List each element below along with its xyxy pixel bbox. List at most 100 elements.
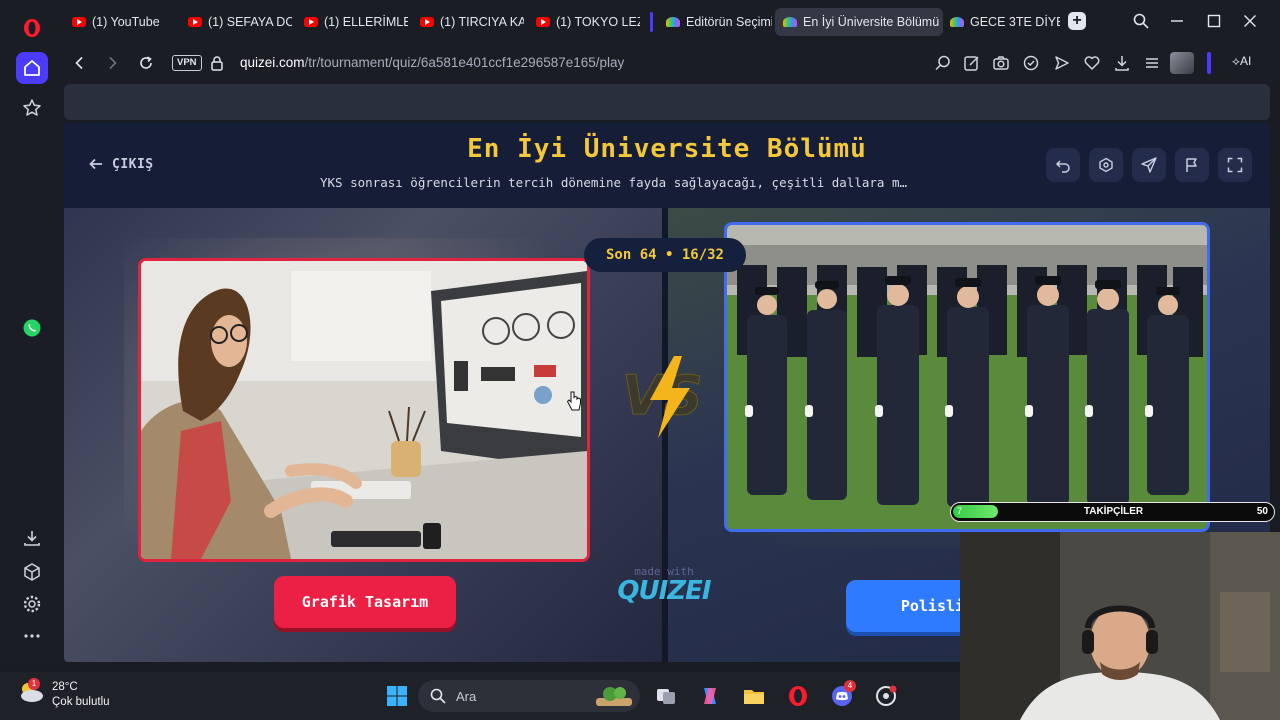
tab-gece-diyet[interactable]: GECE 3TE DİYET bbox=[942, 8, 1060, 36]
followers-goal: 50 bbox=[1256, 506, 1268, 517]
edit-icon[interactable] bbox=[963, 54, 981, 72]
task-view-icon[interactable] bbox=[652, 682, 680, 710]
youtube-icon bbox=[188, 17, 202, 27]
tab-sefaya[interactable]: (1) SEFAYA DOĞ bbox=[180, 8, 292, 36]
quiz-header: ÇIKIŞ En İyi Üniversite Bölümü YKS sonra… bbox=[64, 122, 1270, 208]
youtube-icon bbox=[72, 17, 86, 27]
tab-tokyo[interactable]: (1) TOKYO LEZZ bbox=[528, 8, 640, 36]
left-option-card[interactable] bbox=[138, 258, 590, 562]
bookmarks-bar bbox=[64, 84, 1270, 120]
star-icon[interactable] bbox=[18, 94, 46, 122]
flag-icon bbox=[1186, 158, 1197, 172]
windows-taskbar: 1 28°C Çok bulutlu Ara 4 bbox=[0, 672, 960, 720]
right-option-card[interactable] bbox=[724, 222, 1210, 532]
opera-sidebar bbox=[0, 0, 64, 664]
opera-logo-icon[interactable] bbox=[18, 14, 46, 42]
extensions-box-icon[interactable] bbox=[18, 558, 46, 586]
menu-lines-icon[interactable] bbox=[1143, 54, 1161, 72]
ai-label: AI bbox=[1239, 54, 1252, 68]
share-cube-icon bbox=[1099, 157, 1113, 173]
police-cadets-photo bbox=[727, 225, 1207, 529]
tab-youtube[interactable]: (1) YouTube bbox=[64, 8, 176, 36]
more-dots-icon[interactable] bbox=[18, 622, 46, 650]
vpn-badge[interactable]: VPN bbox=[172, 55, 202, 71]
paper-plane-icon bbox=[1141, 157, 1157, 173]
designer-photo bbox=[141, 261, 587, 559]
maximize-icon[interactable] bbox=[1203, 10, 1225, 32]
minimize-icon[interactable] bbox=[1166, 10, 1188, 32]
fullscreen-button[interactable] bbox=[1218, 148, 1252, 182]
windows-start-icon[interactable] bbox=[383, 682, 411, 710]
close-window-icon[interactable] bbox=[1239, 10, 1261, 32]
undo-icon bbox=[1055, 160, 1070, 173]
sidebar-toggle-marker bbox=[1207, 52, 1211, 74]
shield-check-icon[interactable] bbox=[1022, 54, 1040, 72]
made-with-quizei: made with QUIZEI bbox=[604, 565, 724, 606]
url-field[interactable]: quizei.com/tr/tournament/quiz/6a581e401c… bbox=[240, 55, 624, 70]
followers-goal-bar: 7 TAKİPÇİLER 50 bbox=[950, 502, 1275, 522]
find-in-page-icon[interactable] bbox=[934, 54, 952, 72]
taskbar-search[interactable]: Ara bbox=[418, 680, 640, 712]
copilot-icon[interactable] bbox=[696, 682, 724, 710]
camera-snapshot-icon[interactable] bbox=[992, 54, 1010, 72]
forward-icon[interactable] bbox=[102, 53, 122, 73]
youtube-icon bbox=[420, 17, 434, 27]
share-button[interactable] bbox=[1089, 148, 1123, 182]
weather-badge: 1 bbox=[28, 678, 40, 690]
tab-search-icon[interactable] bbox=[1130, 10, 1152, 32]
tab-active-quiz[interactable]: En İyi Üniversite Bölümü - bbox=[775, 8, 943, 36]
search-highlight-tree-icon bbox=[596, 687, 632, 706]
versus-emblem: VS bbox=[620, 352, 716, 442]
expand-icon bbox=[1227, 157, 1243, 173]
undo-button[interactable] bbox=[1046, 148, 1080, 182]
quizei-logo: QUIZEI bbox=[617, 576, 711, 606]
streamer-webcam bbox=[960, 532, 1280, 720]
round-indicator: Son 64 • 16/32 bbox=[584, 238, 746, 272]
url-domain: quizei.com bbox=[240, 55, 305, 70]
quizei-icon bbox=[950, 17, 964, 27]
download-icon[interactable] bbox=[1113, 54, 1131, 72]
address-bar: VPN quizei.com/tr/tournament/quiz/6a581e… bbox=[64, 44, 1280, 82]
quizei-icon bbox=[666, 17, 680, 27]
followers-label: TAKİPÇİLER bbox=[1083, 506, 1144, 517]
weather-widget[interactable]: 1 28°C Çok bulutlu bbox=[16, 678, 110, 710]
obs-record-icon[interactable] bbox=[872, 682, 900, 710]
discord-icon[interactable]: 4 bbox=[828, 680, 856, 710]
url-path: /tr/tournament/quiz/6a581e401ccf1e296587… bbox=[304, 55, 625, 70]
search-icon bbox=[430, 688, 446, 704]
weather-temperature: 28°C bbox=[52, 681, 78, 693]
weather-description: Çok bulutlu bbox=[52, 696, 110, 708]
lightning-vs-icon: VS bbox=[622, 356, 703, 438]
cloudy-weather-icon: 1 bbox=[16, 678, 44, 704]
whatsapp-icon[interactable] bbox=[18, 314, 46, 342]
heart-icon[interactable] bbox=[1083, 54, 1101, 72]
home-icon[interactable] bbox=[16, 52, 48, 84]
tab-tirciya[interactable]: (1) TIRCIYA KASI bbox=[412, 8, 524, 36]
tab-ellerimle[interactable]: (1) ELLERİMLE P bbox=[296, 8, 408, 36]
download-icon[interactable] bbox=[18, 524, 46, 552]
search-placeholder: Ara bbox=[456, 688, 477, 704]
tab-strip: (1) YouTube (1) SEFAYA DOĞ (1) ELLERİMLE… bbox=[64, 0, 1280, 42]
aria-ai-button[interactable]: ⟡AI bbox=[1232, 54, 1251, 69]
reload-icon[interactable] bbox=[136, 53, 156, 73]
tab-editor-choice[interactable]: Editörün Seçimi bbox=[658, 8, 772, 36]
left-option-button[interactable]: Grafik Tasarım bbox=[274, 576, 456, 628]
webcam-person-photo bbox=[960, 532, 1280, 720]
opera-taskbar-icon[interactable] bbox=[784, 682, 812, 710]
send-flow-icon[interactable] bbox=[1053, 54, 1071, 72]
profile-avatar[interactable] bbox=[1170, 52, 1194, 74]
report-button[interactable] bbox=[1175, 148, 1209, 182]
hand-cursor-icon bbox=[566, 391, 581, 411]
file-explorer-icon[interactable] bbox=[740, 682, 768, 710]
lock-icon[interactable] bbox=[210, 55, 224, 71]
youtube-icon bbox=[304, 17, 318, 27]
youtube-icon bbox=[536, 17, 550, 27]
quiz-subtitle: YKS sonrası öğrencilerin tercih dönemine… bbox=[320, 175, 907, 190]
ai-sparkle-icon: ⟡ bbox=[1232, 54, 1240, 68]
send-button[interactable] bbox=[1132, 148, 1166, 182]
new-tab-plus-icon[interactable]: + bbox=[1068, 12, 1086, 30]
tab-group-marker bbox=[650, 12, 653, 32]
quizei-icon bbox=[783, 17, 797, 27]
settings-gear-icon[interactable] bbox=[18, 590, 46, 618]
back-icon[interactable] bbox=[70, 53, 90, 73]
